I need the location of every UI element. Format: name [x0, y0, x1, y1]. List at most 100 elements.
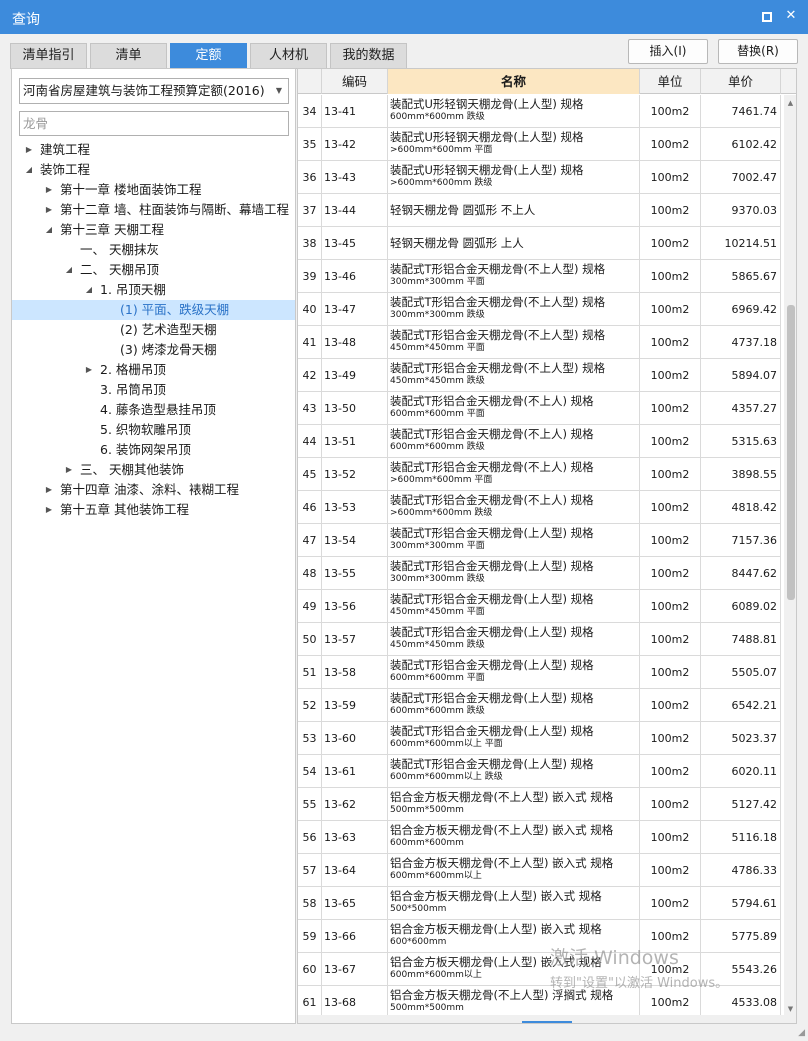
maximize-icon[interactable] — [762, 12, 772, 22]
table-row[interactable]: 58 13-65 铝合金方板天棚龙骨(上人型) 嵌入式 规格 500*500mm 100… — [298, 887, 781, 920]
table-row[interactable]: 53 13-60 装配式T形铝合金天棚龙骨(上人型) 规格 600mm*600mm以上… — [298, 722, 781, 755]
tree-node[interactable]: ▶ 2. 格栅吊顶 — [12, 360, 295, 380]
table-row[interactable]: 60 13-67 铝合金方板天棚龙骨(上人型) 嵌入式 规格 600mm*600mm以… — [298, 953, 781, 986]
table-row[interactable]: 56 13-63 铝合金方板天棚龙骨(不上人型) 嵌入式 规格 600mm*600mm… — [298, 821, 781, 854]
table-row[interactable]: 36 13-43 装配式U形轻钢天棚龙骨(上人型) 规格 >600mm*600mm 跌… — [298, 161, 781, 194]
table-row[interactable]: 50 13-57 装配式T形铝合金天棚龙骨(上人型) 规格 450mm*450mm 跌… — [298, 623, 781, 656]
expand-arrow-icon[interactable]: ▶ — [24, 140, 34, 160]
row-index: 34 — [298, 95, 322, 128]
collapse-arrow-icon[interactable]: ◢ — [44, 220, 54, 240]
expand-arrow-icon[interactable]: ▶ — [64, 460, 74, 480]
column-header-code[interactable]: 编码 — [322, 69, 388, 94]
tree-node[interactable]: (3) 烤漆龙骨天棚 — [12, 340, 295, 360]
table-row[interactable]: 43 13-50 装配式T形铝合金天棚龙骨(不上人) 规格 600mm*600mm 平… — [298, 392, 781, 425]
scrollbar-thumb[interactable] — [787, 305, 795, 600]
row-unit: 100m2 — [640, 557, 701, 590]
tree-node[interactable]: 一、 天棚抹灰 — [12, 240, 295, 260]
row-name-line2: 600mm*600mm 跌级 — [390, 112, 485, 122]
table-row[interactable]: 46 13-53 装配式T形铝合金天棚龙骨(不上人) 规格 >600mm*600mm … — [298, 491, 781, 524]
collapse-arrow-icon[interactable]: ◢ — [84, 280, 94, 300]
collapse-arrow-icon[interactable]: ◢ — [64, 260, 74, 280]
tree-node[interactable]: ▶ 三、 天棚其他装饰 — [12, 460, 295, 480]
tab-labor-material-machine[interactable]: 人材机 — [250, 43, 327, 69]
tab-bill-guide[interactable]: 清单指引 — [10, 43, 87, 69]
row-index: 48 — [298, 557, 322, 590]
expand-arrow-icon[interactable]: ▶ — [44, 200, 54, 220]
horizontal-scrollbar-thumb[interactable] — [522, 1021, 572, 1023]
tree-node[interactable]: ◢ 二、 天棚吊顶 — [12, 260, 295, 280]
row-code: 13-54 — [322, 524, 388, 557]
resize-grip-icon[interactable]: ◢ — [798, 1028, 805, 1038]
tree-node[interactable]: ▶ 第十四章 油漆、涂料、裱糊工程 — [12, 480, 295, 500]
insert-button[interactable]: 插入(I) — [628, 39, 708, 64]
tree-node[interactable]: ▶ 第十五章 其他装饰工程 — [12, 500, 295, 520]
quota-table: 编码 名称 单位 单价 34 13-41 装配式U形轻钢天棚龙骨(上人型) 规格 60… — [297, 68, 797, 1024]
chevron-down-icon[interactable]: ▼ — [276, 79, 282, 103]
tree-node[interactable]: 5. 织物软雕吊顶 — [12, 420, 295, 440]
table-row[interactable]: 35 13-42 装配式U形轻钢天棚龙骨(上人型) 规格 >600mm*600mm 平… — [298, 128, 781, 161]
column-header-unit[interactable]: 单位 — [640, 69, 701, 94]
row-index: 56 — [298, 821, 322, 854]
tab-my-data[interactable]: 我的数据 — [330, 43, 407, 69]
scroll-down-icon[interactable]: ▼ — [784, 1005, 796, 1013]
expand-arrow-icon[interactable]: ▶ — [44, 480, 54, 500]
row-index: 47 — [298, 524, 322, 557]
collapse-arrow-icon[interactable]: ◢ — [24, 160, 34, 180]
expand-arrow-icon[interactable]: ▶ — [44, 500, 54, 520]
row-name-line1: 铝合金方板天棚龙骨(不上人型) 嵌入式 规格 — [390, 823, 614, 837]
tree-node[interactable]: ▶ 建筑工程 — [12, 140, 295, 160]
column-header-price[interactable]: 单价 — [701, 69, 781, 94]
row-price: 10214.51 — [701, 227, 781, 260]
table-row[interactable]: 42 13-49 装配式T形铝合金天棚龙骨(不上人型) 规格 450mm*450mm … — [298, 359, 781, 392]
tree-node-label: 装饰工程 — [40, 162, 91, 177]
table-row[interactable]: 39 13-46 装配式T形铝合金天棚龙骨(不上人型) 规格 300mm*300mm … — [298, 260, 781, 293]
table-row[interactable]: 38 13-45 轻钢天棚龙骨 圆弧形 上人 100m2 10214.51 — [298, 227, 781, 260]
column-header-name[interactable]: 名称 — [388, 69, 640, 94]
horizontal-scrollbar[interactable] — [298, 1015, 796, 1023]
table-row[interactable]: 40 13-47 装配式T形铝合金天棚龙骨(不上人型) 规格 300mm*300mm … — [298, 293, 781, 326]
tree-node[interactable]: 6. 装饰网架吊顶 — [12, 440, 295, 460]
row-name: 装配式T形铝合金天棚龙骨(上人型) 规格 450mm*450mm 平面 — [388, 590, 640, 623]
table-row[interactable]: 34 13-41 装配式U形轻钢天棚龙骨(上人型) 规格 600mm*600mm 跌级… — [298, 95, 781, 128]
table-row[interactable]: 49 13-56 装配式T形铝合金天棚龙骨(上人型) 规格 450mm*450mm 平… — [298, 590, 781, 623]
replace-button[interactable]: 替换(R) — [718, 39, 798, 64]
tree-node-label: (1) 平面、跌级天棚 — [120, 302, 230, 317]
tree-node[interactable]: ▶ 第十一章 楼地面装饰工程 — [12, 180, 295, 200]
tree-node[interactable]: (2) 艺术造型天棚 — [12, 320, 295, 340]
tab-bill[interactable]: 清单 — [90, 43, 167, 69]
table-row[interactable]: 47 13-54 装配式T形铝合金天棚龙骨(上人型) 规格 300mm*300mm 平… — [298, 524, 781, 557]
tree-node-label: 第十五章 其他装饰工程 — [60, 502, 189, 517]
close-icon[interactable]: ✕ — [784, 9, 798, 23]
search-input[interactable]: 龙骨 — [19, 111, 289, 136]
table-row[interactable]: 55 13-62 铝合金方板天棚龙骨(不上人型) 嵌入式 规格 500mm*500mm… — [298, 788, 781, 821]
row-unit: 100m2 — [640, 161, 701, 194]
table-row[interactable]: 48 13-55 装配式T形铝合金天棚龙骨(上人型) 规格 300mm*300mm 跌… — [298, 557, 781, 590]
table-row[interactable]: 52 13-59 装配式T形铝合金天棚龙骨(上人型) 规格 600mm*600mm 跌… — [298, 689, 781, 722]
table-row[interactable]: 54 13-61 装配式T形铝合金天棚龙骨(上人型) 规格 600mm*600mm以上… — [298, 755, 781, 788]
row-name-line1: 轻钢天棚龙骨 圆弧形 上人 — [390, 236, 524, 250]
row-name: 铝合金方板天棚龙骨(上人型) 嵌入式 规格 500*500mm — [388, 887, 640, 920]
scroll-up-icon[interactable]: ▲ — [784, 99, 796, 107]
table-row[interactable]: 44 13-51 装配式T形铝合金天棚龙骨(不上人) 规格 600mm*600mm 跌… — [298, 425, 781, 458]
expand-arrow-icon[interactable]: ▶ — [44, 180, 54, 200]
row-name: 装配式T形铝合金天棚龙骨(上人型) 规格 600mm*600mm 平面 — [388, 656, 640, 689]
tree-node[interactable]: (1) 平面、跌级天棚 — [12, 300, 295, 320]
table-row[interactable]: 41 13-48 装配式T形铝合金天棚龙骨(不上人型) 规格 450mm*450mm … — [298, 326, 781, 359]
tree-node[interactable]: ◢ 1. 吊顶天棚 — [12, 280, 295, 300]
tree-node[interactable]: 4. 藤条造型悬挂吊顶 — [12, 400, 295, 420]
tree-node[interactable]: ◢ 装饰工程 — [12, 160, 295, 180]
row-price: 5315.63 — [701, 425, 781, 458]
tab-quota[interactable]: 定额 — [170, 43, 247, 69]
table-row[interactable]: 37 13-44 轻钢天棚龙骨 圆弧形 不上人 100m2 9370.03 — [298, 194, 781, 227]
tree-node[interactable]: ▶ 第十二章 墙、柱面装饰与隔断、幕墙工程 — [12, 200, 295, 220]
tree-node[interactable]: 3. 吊筒吊顶 — [12, 380, 295, 400]
table-row[interactable]: 51 13-58 装配式T形铝合金天棚龙骨(上人型) 规格 600mm*600mm 平… — [298, 656, 781, 689]
row-unit: 100m2 — [640, 128, 701, 161]
quota-library-select[interactable]: 河南省房屋建筑与装饰工程预算定额(2016) ▼ — [19, 78, 289, 104]
table-row[interactable]: 59 13-66 铝合金方板天棚龙骨(上人型) 嵌入式 规格 600*600mm 100… — [298, 920, 781, 953]
vertical-scrollbar[interactable]: ▲ ▼ — [784, 95, 796, 1017]
expand-arrow-icon[interactable]: ▶ — [84, 360, 94, 380]
tree-node[interactable]: ◢ 第十三章 天棚工程 — [12, 220, 295, 240]
table-row[interactable]: 45 13-52 装配式T形铝合金天棚龙骨(不上人) 规格 >600mm*600mm … — [298, 458, 781, 491]
table-row[interactable]: 57 13-64 铝合金方板天棚龙骨(不上人型) 嵌入式 规格 600mm*600mm… — [298, 854, 781, 887]
